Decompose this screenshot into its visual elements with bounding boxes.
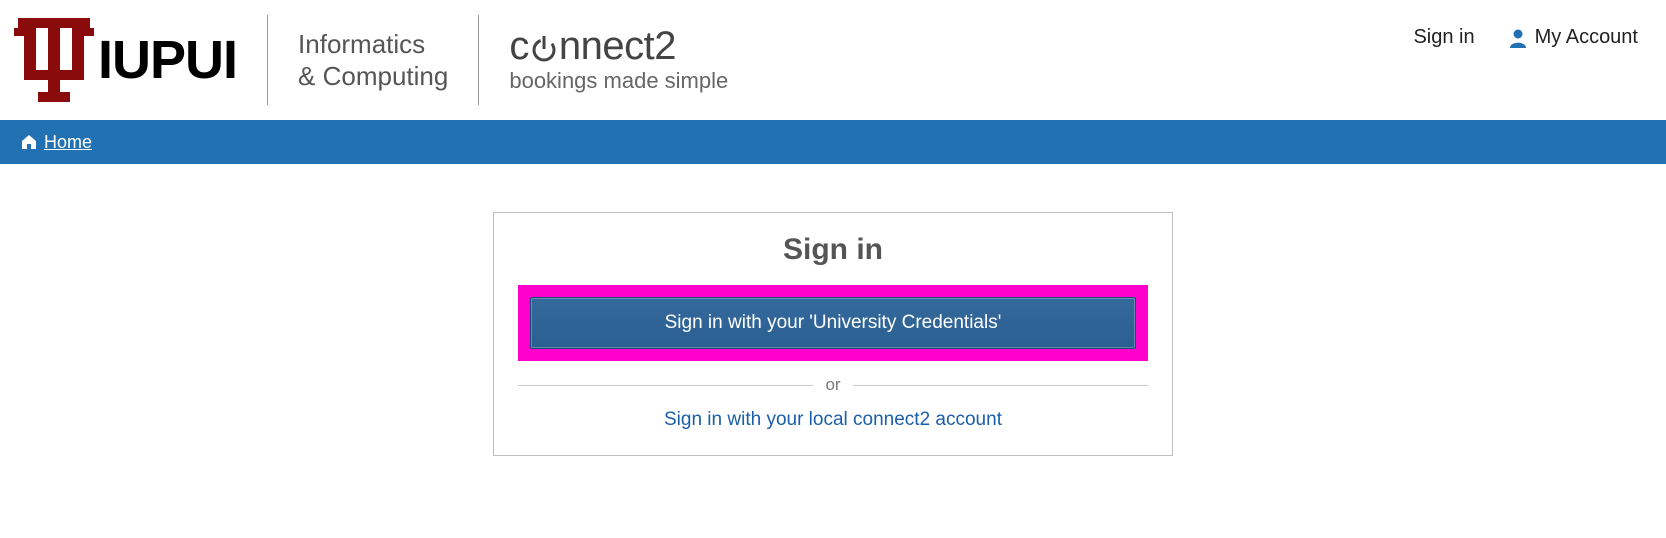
trident-icon	[14, 10, 94, 110]
iupui-wordmark: IUPUI	[98, 29, 237, 91]
nav-home-label: Home	[44, 132, 92, 153]
divider	[267, 15, 268, 105]
dept-line1: Informatics	[298, 28, 448, 61]
app-tagline: bookings made simple	[509, 68, 728, 94]
dept-name: Informatics & Computing	[298, 28, 448, 93]
top-links: Sign in My Account	[1413, 26, 1638, 49]
connect2-logo: c nnect2 bookings made simple	[509, 26, 728, 94]
app-name-part2: nnect2	[559, 26, 676, 66]
my-account-link[interactable]: My Account	[1509, 26, 1638, 49]
local-signin-link[interactable]: Sign in with your local connect2 account	[518, 409, 1148, 431]
university-signin-button[interactable]: Sign in with your 'University Credential…	[530, 297, 1136, 349]
divider-line	[518, 385, 813, 386]
or-label: or	[825, 375, 840, 395]
header-bar: IUPUI Informatics & Computing c nnect2 b…	[0, 0, 1666, 120]
iupui-logo: IUPUI	[14, 10, 237, 110]
highlight-annotation: Sign in with your 'University Credential…	[518, 285, 1148, 361]
signin-link[interactable]: Sign in	[1413, 26, 1474, 49]
home-icon	[20, 133, 38, 151]
app-name-part1: c	[509, 26, 529, 66]
divider-line	[853, 385, 1148, 386]
divider	[478, 15, 479, 105]
user-icon	[1509, 28, 1527, 48]
or-divider: or	[518, 375, 1148, 395]
signin-title: Sign in	[518, 233, 1148, 267]
nav-home[interactable]: Home	[20, 132, 92, 153]
navbar: Home	[0, 120, 1666, 164]
power-icon	[530, 34, 558, 62]
dept-line2: & Computing	[298, 60, 448, 93]
signin-card: Sign in Sign in with your 'University Cr…	[493, 212, 1173, 456]
main-content: Sign in Sign in with your 'University Cr…	[0, 164, 1666, 504]
